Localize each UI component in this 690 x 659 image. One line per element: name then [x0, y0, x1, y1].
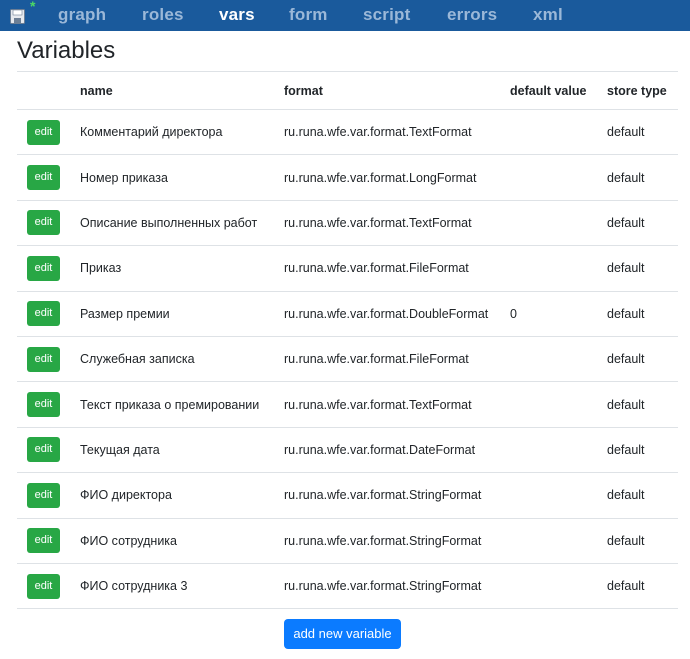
variable-default-value	[510, 154, 607, 201]
top-nav-bar: * graph roles vars form script errors xm…	[0, 0, 690, 31]
table-row: edit Размер премии ru.runa.wfe.var.format.…	[17, 290, 678, 337]
variable-format: ru.runa.wfe.var.format.LongFormat	[284, 154, 510, 201]
table-row: edit Описание выполненных работ ru.runa.wf…	[17, 199, 678, 246]
header-default-value: default value	[510, 71, 607, 110]
variable-default-value: 0	[510, 290, 607, 337]
edit-cell: edit	[17, 381, 80, 428]
variable-format: ru.runa.wfe.var.format.TextFormat	[284, 199, 510, 246]
variable-format: ru.runa.wfe.var.format.FileFormat	[284, 335, 510, 382]
variable-store-type: default	[607, 381, 678, 428]
variable-store-type: default	[607, 517, 678, 564]
table-row: edit Приказ ru.runa.wfe.var.format.FileFor…	[17, 245, 678, 292]
variable-store-type: default	[607, 199, 678, 246]
variable-store-type: default	[607, 335, 678, 382]
edit-cell: edit	[17, 108, 80, 155]
tab-form[interactable]: form	[289, 5, 328, 25]
edit-cell: edit	[17, 426, 80, 473]
edit-button[interactable]: edit	[27, 255, 60, 281]
header-store-type: store type	[607, 71, 678, 110]
unsaved-marker: *	[30, 0, 36, 14]
variable-name: Размер премии	[80, 290, 284, 337]
table-row: edit Служебная записка ru.runa.wfe.var.for…	[17, 335, 678, 382]
variable-format: ru.runa.wfe.var.format.DoubleFormat	[284, 290, 510, 337]
edit-button[interactable]: edit	[27, 573, 60, 599]
edit-button[interactable]: edit	[27, 301, 60, 327]
edit-cell: edit	[17, 290, 80, 337]
variable-default-value	[510, 562, 607, 610]
variable-format: ru.runa.wfe.var.format.FileFormat	[284, 245, 510, 292]
variable-store-type: default	[607, 562, 678, 610]
table-row: edit ФИО сотрудника ru.runa.wfe.var.format…	[17, 517, 678, 564]
table-header-row: name format default value store type	[17, 71, 678, 110]
variable-default-value	[510, 199, 607, 246]
variables-table: name format default value store type edi…	[17, 71, 678, 610]
edit-cell: edit	[17, 199, 80, 246]
page-title: Variables	[17, 37, 116, 64]
variable-format: ru.runa.wfe.var.format.TextFormat	[284, 381, 510, 428]
table-row: edit Текущая дата ru.runa.wfe.var.format.D…	[17, 426, 678, 473]
header-actions	[17, 71, 80, 110]
edit-cell: edit	[17, 154, 80, 201]
edit-button[interactable]: edit	[27, 482, 60, 508]
edit-button[interactable]: edit	[27, 119, 60, 145]
variable-name: ФИО директора	[80, 472, 284, 519]
table-row: edit Комментарий директора ru.runa.wfe.var…	[17, 108, 678, 155]
variable-format: ru.runa.wfe.var.format.DateFormat	[284, 426, 510, 473]
tab-vars[interactable]: vars	[219, 5, 255, 25]
variable-name: Номер приказа	[80, 154, 284, 201]
tab-errors[interactable]: errors	[447, 5, 497, 25]
variable-store-type: default	[607, 154, 678, 201]
floppy-disk-icon[interactable]	[10, 9, 25, 24]
header-name: name	[80, 71, 284, 110]
variable-name: Текущая дата	[80, 426, 284, 473]
edit-cell: edit	[17, 245, 80, 292]
tab-script[interactable]: script	[363, 5, 411, 25]
variable-name: Описание выполненных работ	[80, 199, 284, 246]
tab-roles[interactable]: roles	[142, 5, 184, 25]
variable-name: Комментарий директора	[80, 108, 284, 155]
variable-format: ru.runa.wfe.var.format.StringFormat	[284, 472, 510, 519]
variable-default-value	[510, 335, 607, 382]
variable-name: Служебная записка	[80, 335, 284, 382]
table-row: edit ФИО сотрудника 3 ru.runa.wfe.var.form…	[17, 562, 678, 610]
variable-default-value	[510, 108, 607, 155]
edit-cell: edit	[17, 517, 80, 564]
variable-format: ru.runa.wfe.var.format.StringFormat	[284, 517, 510, 564]
variable-default-value	[510, 245, 607, 292]
variable-name: ФИО сотрудника 3	[80, 562, 284, 610]
variable-store-type: default	[607, 472, 678, 519]
variable-name: ФИО сотрудника	[80, 517, 284, 564]
table-row: edit Номер приказа ru.runa.wfe.var.format.…	[17, 154, 678, 201]
variable-format: ru.runa.wfe.var.format.StringFormat	[284, 562, 510, 610]
variable-store-type: default	[607, 290, 678, 337]
edit-button[interactable]: edit	[27, 165, 60, 191]
edit-cell: edit	[17, 472, 80, 519]
tab-graph[interactable]: graph	[58, 5, 106, 25]
edit-button[interactable]: edit	[27, 528, 60, 554]
header-format: format	[284, 71, 510, 110]
variable-store-type: default	[607, 426, 678, 473]
variable-store-type: default	[607, 108, 678, 155]
variable-name: Текст приказа о премировании	[80, 381, 284, 428]
edit-cell: edit	[17, 335, 80, 382]
edit-button[interactable]: edit	[27, 210, 60, 236]
variable-default-value	[510, 517, 607, 564]
edit-button[interactable]: edit	[27, 346, 60, 372]
edit-button[interactable]: edit	[27, 392, 60, 418]
edit-cell: edit	[17, 562, 80, 610]
variable-default-value	[510, 426, 607, 473]
tab-xml[interactable]: xml	[533, 5, 563, 25]
variable-default-value	[510, 472, 607, 519]
edit-button[interactable]: edit	[27, 437, 60, 463]
variable-name: Приказ	[80, 245, 284, 292]
variable-default-value	[510, 381, 607, 428]
variable-format: ru.runa.wfe.var.format.TextFormat	[284, 108, 510, 155]
variable-store-type: default	[607, 245, 678, 292]
table-row: edit Текст приказа о премировании ru.runa.…	[17, 381, 678, 428]
table-row: edit ФИО директора ru.runa.wfe.var.format.…	[17, 472, 678, 519]
add-new-variable-button[interactable]: add new variable	[284, 619, 401, 649]
